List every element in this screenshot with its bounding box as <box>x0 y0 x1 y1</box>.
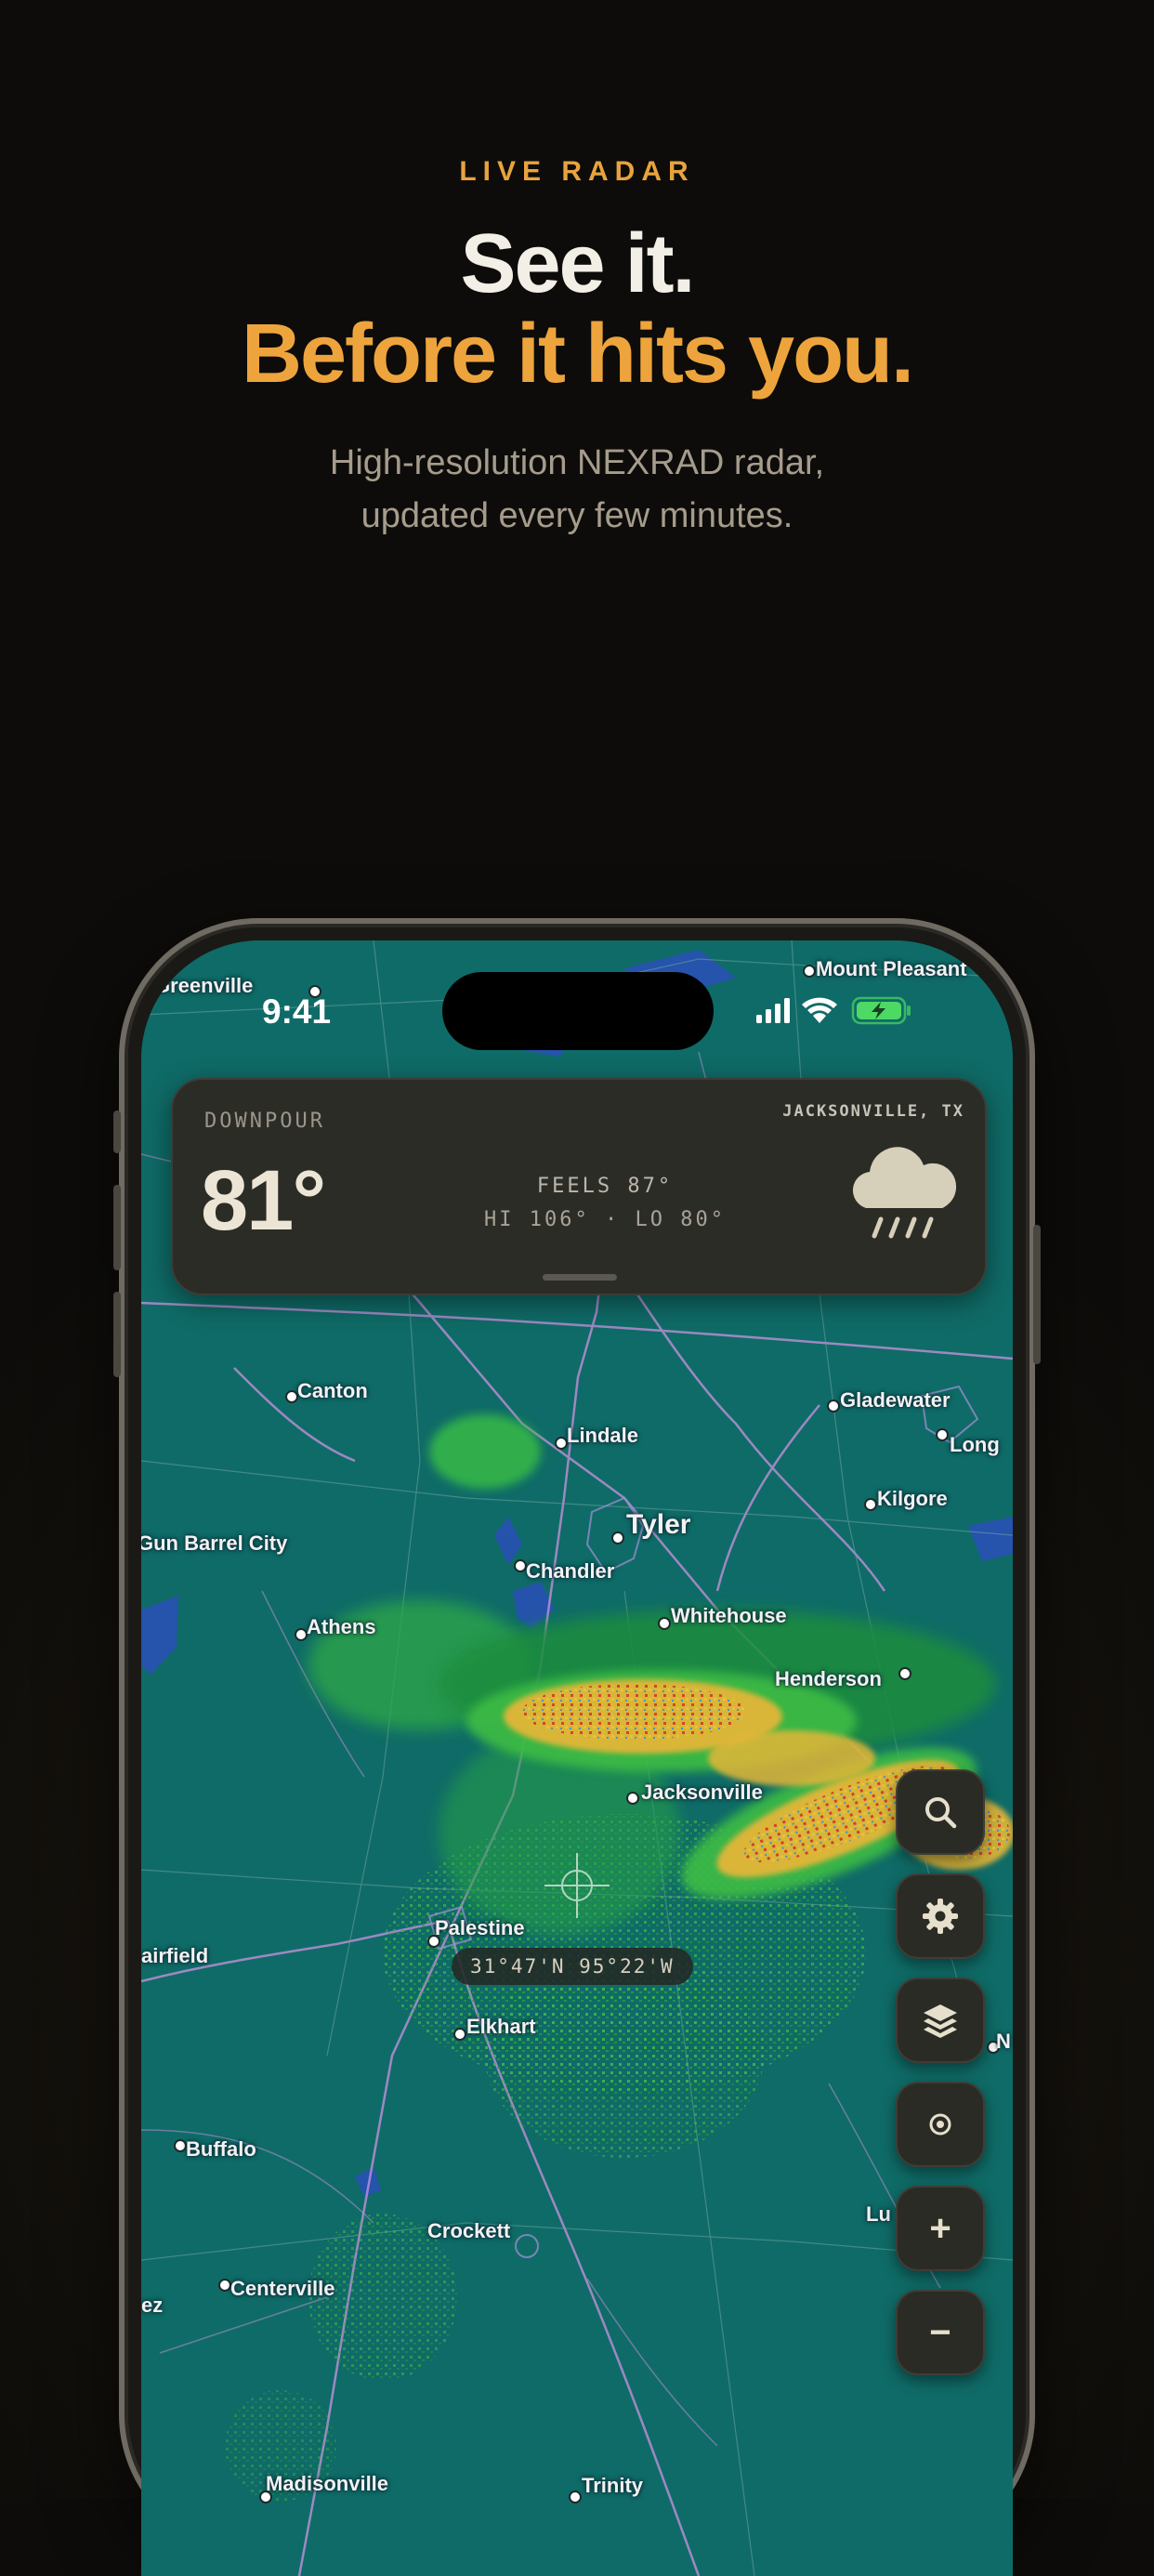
city-label-elkhart: Elkhart <box>466 2015 536 2038</box>
city-dot <box>626 1792 639 1805</box>
weather-card[interactable]: DOWNPOUR JACKSONVILLE, TX 81° FEELS 87° … <box>171 1078 987 1295</box>
condition-label: DOWNPOUR <box>204 1110 325 1133</box>
city-label-canton: Canton <box>297 1379 368 1402</box>
city-dot <box>218 2279 231 2292</box>
side-button-volume-down <box>113 1292 121 1377</box>
city-dot <box>658 1617 671 1630</box>
city-label-centerville: Centerville <box>230 2277 335 2300</box>
search-icon <box>925 1797 957 1829</box>
headline-line-2: Before it hits you. <box>241 308 914 401</box>
city-label-greenville: Greenville <box>154 974 254 997</box>
layers-icon <box>924 2004 957 2038</box>
settings-button[interactable] <box>896 1873 985 1959</box>
city-label-whitehouse: Whitehouse <box>671 1604 787 1627</box>
city-label-n: N <box>996 2030 1011 2053</box>
eyebrow-label: LIVE RADAR <box>459 156 695 187</box>
cloud-rain-icon <box>846 1141 957 1249</box>
city-dot <box>295 1628 308 1641</box>
locate-button[interactable] <box>896 2082 985 2167</box>
city-dot <box>514 1559 527 1572</box>
city-label-ez: ez <box>141 2293 164 2317</box>
city-label-madisonville: Madisonville <box>266 2472 389 2495</box>
city-label-henderson: Henderson <box>775 1667 882 1690</box>
city-label-buffalo: Buffalo <box>186 2137 256 2161</box>
city-label-athens: Athens <box>307 1615 376 1638</box>
coordinate-readout: 31°47'N 95°22'W <box>452 1948 693 1985</box>
city-label-mount-pleasant: Mount Pleasant <box>816 957 967 980</box>
location-label: JACKSONVILLE, TX <box>782 1102 964 1121</box>
side-button-volume-up <box>113 1185 121 1270</box>
signal-icon <box>756 998 790 1023</box>
gear-icon <box>923 1899 958 1934</box>
headline-line-1: See it. <box>460 217 695 310</box>
city-dot <box>569 2491 582 2504</box>
city-label-long: Long <box>950 1433 1000 1456</box>
subtitle-line-1: High-resolution NEXRAD radar, <box>329 443 825 482</box>
current-temperature: 81° <box>201 1153 326 1248</box>
city-dot <box>174 2139 187 2152</box>
city-label-jacksonville: Jacksonville <box>641 1781 763 1804</box>
city-dot <box>936 1428 949 1441</box>
battery-icon <box>851 996 911 1025</box>
zoom-in-button[interactable]: + <box>896 2186 985 2271</box>
target-icon <box>929 2113 951 2136</box>
city-label-chandler: Chandler <box>526 1559 615 1583</box>
city-dot <box>803 965 816 978</box>
subtitle-line-2: updated every few minutes. <box>361 496 793 535</box>
dynamic-island <box>442 972 714 1050</box>
city-dot <box>555 1437 568 1450</box>
city-label-gun-barrel-city: Gun Barrel City <box>141 1531 288 1555</box>
city-dot <box>453 2028 466 2041</box>
city-dot <box>827 1400 840 1413</box>
side-button-power <box>1033 1225 1041 1364</box>
city-label-tyler: Tyler <box>626 1509 691 1540</box>
city-label-lu: Lu <box>866 2202 891 2226</box>
city-label-palestine: Palestine <box>435 1916 525 1939</box>
feels-like: FEELS 87° <box>536 1175 674 1198</box>
status-time: 9:41 <box>262 992 332 1031</box>
city-label-crockett: Crockett <box>427 2219 511 2242</box>
city-dot <box>611 1531 624 1544</box>
city-label-lindale: Lindale <box>567 1424 639 1447</box>
city-label-gladewater: Gladewater <box>840 1388 951 1412</box>
city-dot <box>864 1498 877 1511</box>
hi-lo: HI 106° · LO 80° <box>484 1208 726 1231</box>
minus-icon: − <box>929 2312 951 2353</box>
wifi-icon <box>802 997 837 1023</box>
city-label-fairfield: airfield <box>141 1944 209 1967</box>
city-label-kilgore: Kilgore <box>877 1487 948 1510</box>
zoom-out-button[interactable]: − <box>896 2290 985 2375</box>
city-label-trinity: Trinity <box>582 2474 644 2497</box>
layers-button[interactable] <box>896 1978 985 2063</box>
status-icons <box>756 994 933 1031</box>
city-dot <box>285 1390 298 1403</box>
plus-icon: + <box>929 2208 951 2249</box>
card-drag-handle[interactable] <box>543 1274 617 1281</box>
phone-screen: Greenville Mount Pleasant Canton Lindale… <box>141 940 1013 2576</box>
city-dot <box>898 1667 911 1680</box>
search-button[interactable] <box>896 1769 985 1855</box>
subtitle: High-resolution NEXRAD radar, updated ev… <box>0 437 1154 543</box>
side-button-action <box>113 1111 121 1153</box>
